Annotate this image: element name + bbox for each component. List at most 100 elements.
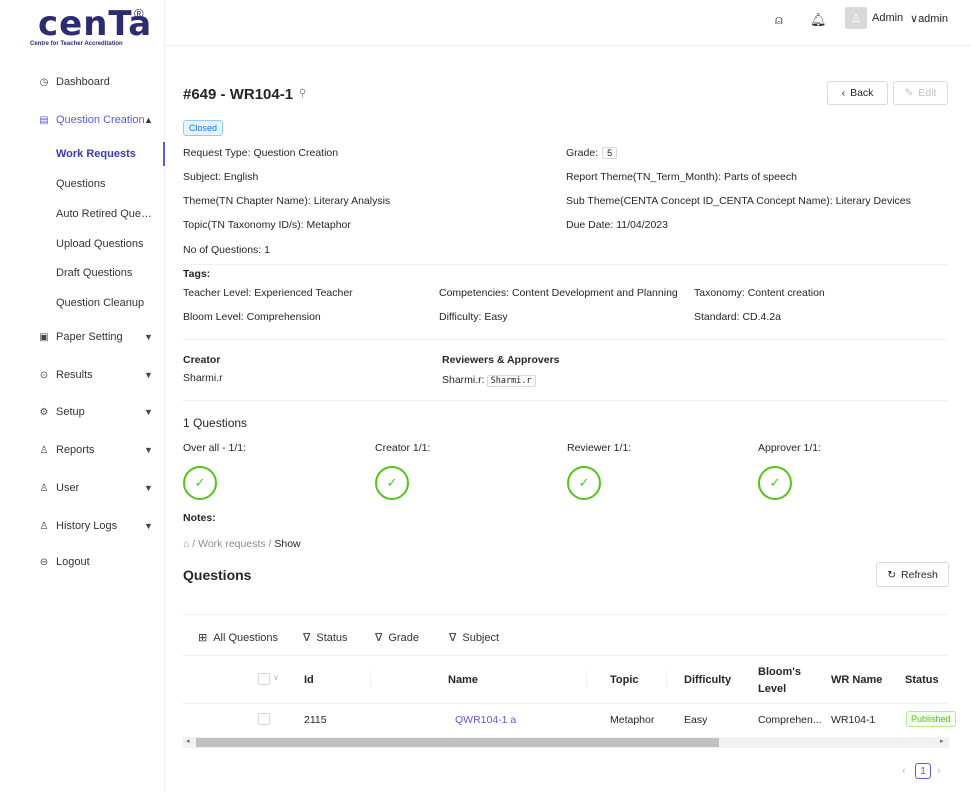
sidebar-item-logout[interactable]: ⊖ Logout — [0, 550, 164, 574]
sidebar-item-results[interactable]: ⊙ Results ▼ — [0, 363, 164, 387]
column-header-difficulty[interactable]: Difficulty — [684, 674, 731, 686]
sidebar-item-reports[interactable]: ♙ Reports ▼ — [0, 438, 164, 462]
column-header-wr-name[interactable]: WR Name — [831, 674, 882, 686]
column-header-status[interactable]: Status — [905, 674, 939, 686]
column-header-id[interactable]: Id — [304, 674, 314, 686]
next-page-icon[interactable]: › — [937, 765, 941, 777]
filter-grade[interactable]: ∇ Grade — [375, 631, 419, 645]
notes-heading: Notes: — [183, 512, 216, 524]
row-checkbox[interactable] — [258, 713, 270, 725]
sidebar-item-label: Paper Setting — [56, 331, 123, 343]
scroll-left-icon[interactable]: ◂ — [186, 737, 190, 745]
chevron-down-icon: ▼ — [144, 521, 153, 531]
grade-row: Grade: 5 — [566, 147, 618, 159]
sidebar-item-history-logs[interactable]: ♙ History Logs ▼ — [0, 514, 164, 538]
scrollbar-thumb[interactable] — [196, 738, 719, 747]
prev-page-icon[interactable]: ‹ — [902, 765, 906, 777]
row-topic: Metaphor — [610, 714, 655, 726]
refresh-icon: ↻ — [887, 568, 897, 581]
book-icon: ▤ — [39, 114, 49, 126]
column-separator — [586, 671, 587, 687]
due-date-label: Due Date: — [566, 219, 614, 231]
report-theme-row: Report Theme(TN_Term_Month): Parts of sp… — [566, 171, 797, 183]
sidebar-subitem-upload-questions[interactable]: Upload Questions — [0, 232, 164, 256]
avatar[interactable]: ♙ — [845, 7, 867, 29]
sidebar-subitem-label: Work Requests — [56, 148, 136, 160]
divider — [183, 655, 949, 656]
home-icon[interactable]: ⌂ — [183, 538, 189, 550]
row-name-link[interactable]: QWR104-1 a — [455, 714, 516, 726]
competencies-row: Competencies: Content Development and Pl… — [439, 287, 678, 299]
filter-subject[interactable]: ∇ Subject — [449, 631, 500, 645]
filter-status[interactable]: ∇ Status — [303, 631, 348, 645]
request-type-value: Question Creation — [253, 147, 339, 159]
column-header-topic[interactable]: Topic — [610, 674, 639, 686]
subject-row: Subject: English — [183, 171, 258, 183]
topic-row: Topic(TN Taxonomy ID/s): Metaphor — [183, 219, 351, 231]
breadcrumb-sep: / — [268, 538, 272, 550]
sidebar-subitem-questions[interactable]: Questions — [0, 172, 164, 196]
page-1-button[interactable]: 1 — [915, 763, 931, 779]
horizontal-scrollbar[interactable]: ◂ ▸ — [183, 737, 949, 748]
filter-label: Subject — [462, 631, 500, 644]
refresh-button[interactable]: ↻ Refresh — [876, 562, 949, 587]
check-circle-icon: ⊙ — [39, 369, 49, 381]
row-id: 2115 — [304, 714, 327, 726]
sidebar-subitem-label: Draft Questions — [56, 267, 133, 279]
breadcrumb-work-requests[interactable]: Work requests — [198, 538, 266, 550]
request-type-row: Request Type: Question Creation — [183, 147, 338, 159]
search-icon[interactable]: ⚲ — [299, 88, 306, 99]
user-role-dropdown[interactable]: ∨admin — [910, 12, 948, 25]
sidebar-subitem-label: Questions — [56, 178, 106, 190]
sidebar-subitem-draft-questions[interactable]: Draft Questions — [0, 261, 164, 285]
sidebar-subitem-question-cleanup[interactable]: Question Cleanup — [0, 291, 164, 315]
tags-heading: Tags: — [183, 268, 211, 280]
back-button[interactable]: ‹ Back — [827, 81, 888, 105]
sidebar-subitem-auto-retired[interactable]: Auto Retired Questi... — [0, 202, 164, 226]
sidebar-item-dashboard[interactable]: ◷ Dashboard — [0, 70, 164, 94]
noq-label: No of Questions: — [183, 244, 262, 256]
breadcrumb: ⌂ / Work requests / Show — [183, 538, 301, 550]
taxonomy-row: Taxonomy: Content creation — [694, 287, 825, 299]
row-status-badge: Published — [906, 711, 956, 727]
scroll-right-icon[interactable]: ▸ — [940, 737, 944, 745]
logout-icon: ⊖ — [39, 556, 49, 568]
edit-button[interactable]: ✎ Edit — [893, 81, 948, 105]
request-type-label: Request Type: — [183, 147, 251, 159]
column-header-bloom[interactable]: Bloom's Level — [758, 664, 802, 698]
grid-icon: ⊞ — [198, 632, 208, 644]
column-header-name[interactable]: Name — [448, 674, 478, 686]
logo-subtitle: Centre for Teacher Accreditation — [30, 41, 123, 47]
edit-icon: ✎ — [904, 87, 914, 99]
chevron-up-icon: ▲ — [144, 115, 153, 125]
subject-label: Subject: — [183, 171, 221, 183]
bell-icon[interactable]: 🔔︎ — [810, 12, 827, 28]
sidebar-subitem-label: Question Cleanup — [56, 297, 145, 309]
topic-value: Metaphor — [306, 219, 351, 231]
chevron-down-icon[interactable]: ∨ — [273, 673, 279, 682]
sidebar-item-label: Reports — [56, 444, 95, 456]
reviewer-check-icon: ✓ — [567, 466, 601, 500]
filter-label: Status — [316, 631, 348, 644]
taxonomy-value: Content creation — [747, 287, 825, 299]
sidebar-subitem-work-requests[interactable]: Work Requests — [0, 142, 165, 166]
filter-all-questions[interactable]: ⊞ All Questions — [198, 631, 279, 645]
sidebar-item-user[interactable]: ♙ User ▼ — [0, 476, 164, 500]
standard-row: Standard: CD.4.2a — [694, 311, 781, 323]
sidebar-item-question-creation[interactable]: ▤ Question Creation ▲ — [0, 108, 164, 132]
user-icon: ♙ — [39, 444, 49, 456]
column-separator — [370, 671, 371, 687]
bloom-label: Bloom Level: — [183, 311, 244, 323]
sidebar-item-paper-setting[interactable]: ▣ Paper Setting ▼ — [0, 325, 164, 349]
chevron-left-icon: ‹ — [841, 87, 846, 99]
column-separator — [666, 671, 667, 687]
user-icon: ♙ — [39, 520, 49, 532]
notification-dot-icon[interactable]: ⍝ — [775, 12, 783, 28]
funnel-icon: ∇ — [375, 632, 383, 644]
sidebar-item-setup[interactable]: ⚙ Setup ▼ — [0, 400, 164, 424]
logo-registered: ® — [134, 6, 144, 21]
select-all-checkbox[interactable] — [258, 673, 270, 685]
due-date-value: 11/04/2023 — [616, 219, 668, 231]
filter-label: All Questions — [213, 631, 279, 644]
report-theme-value: Parts of speech — [723, 171, 797, 183]
